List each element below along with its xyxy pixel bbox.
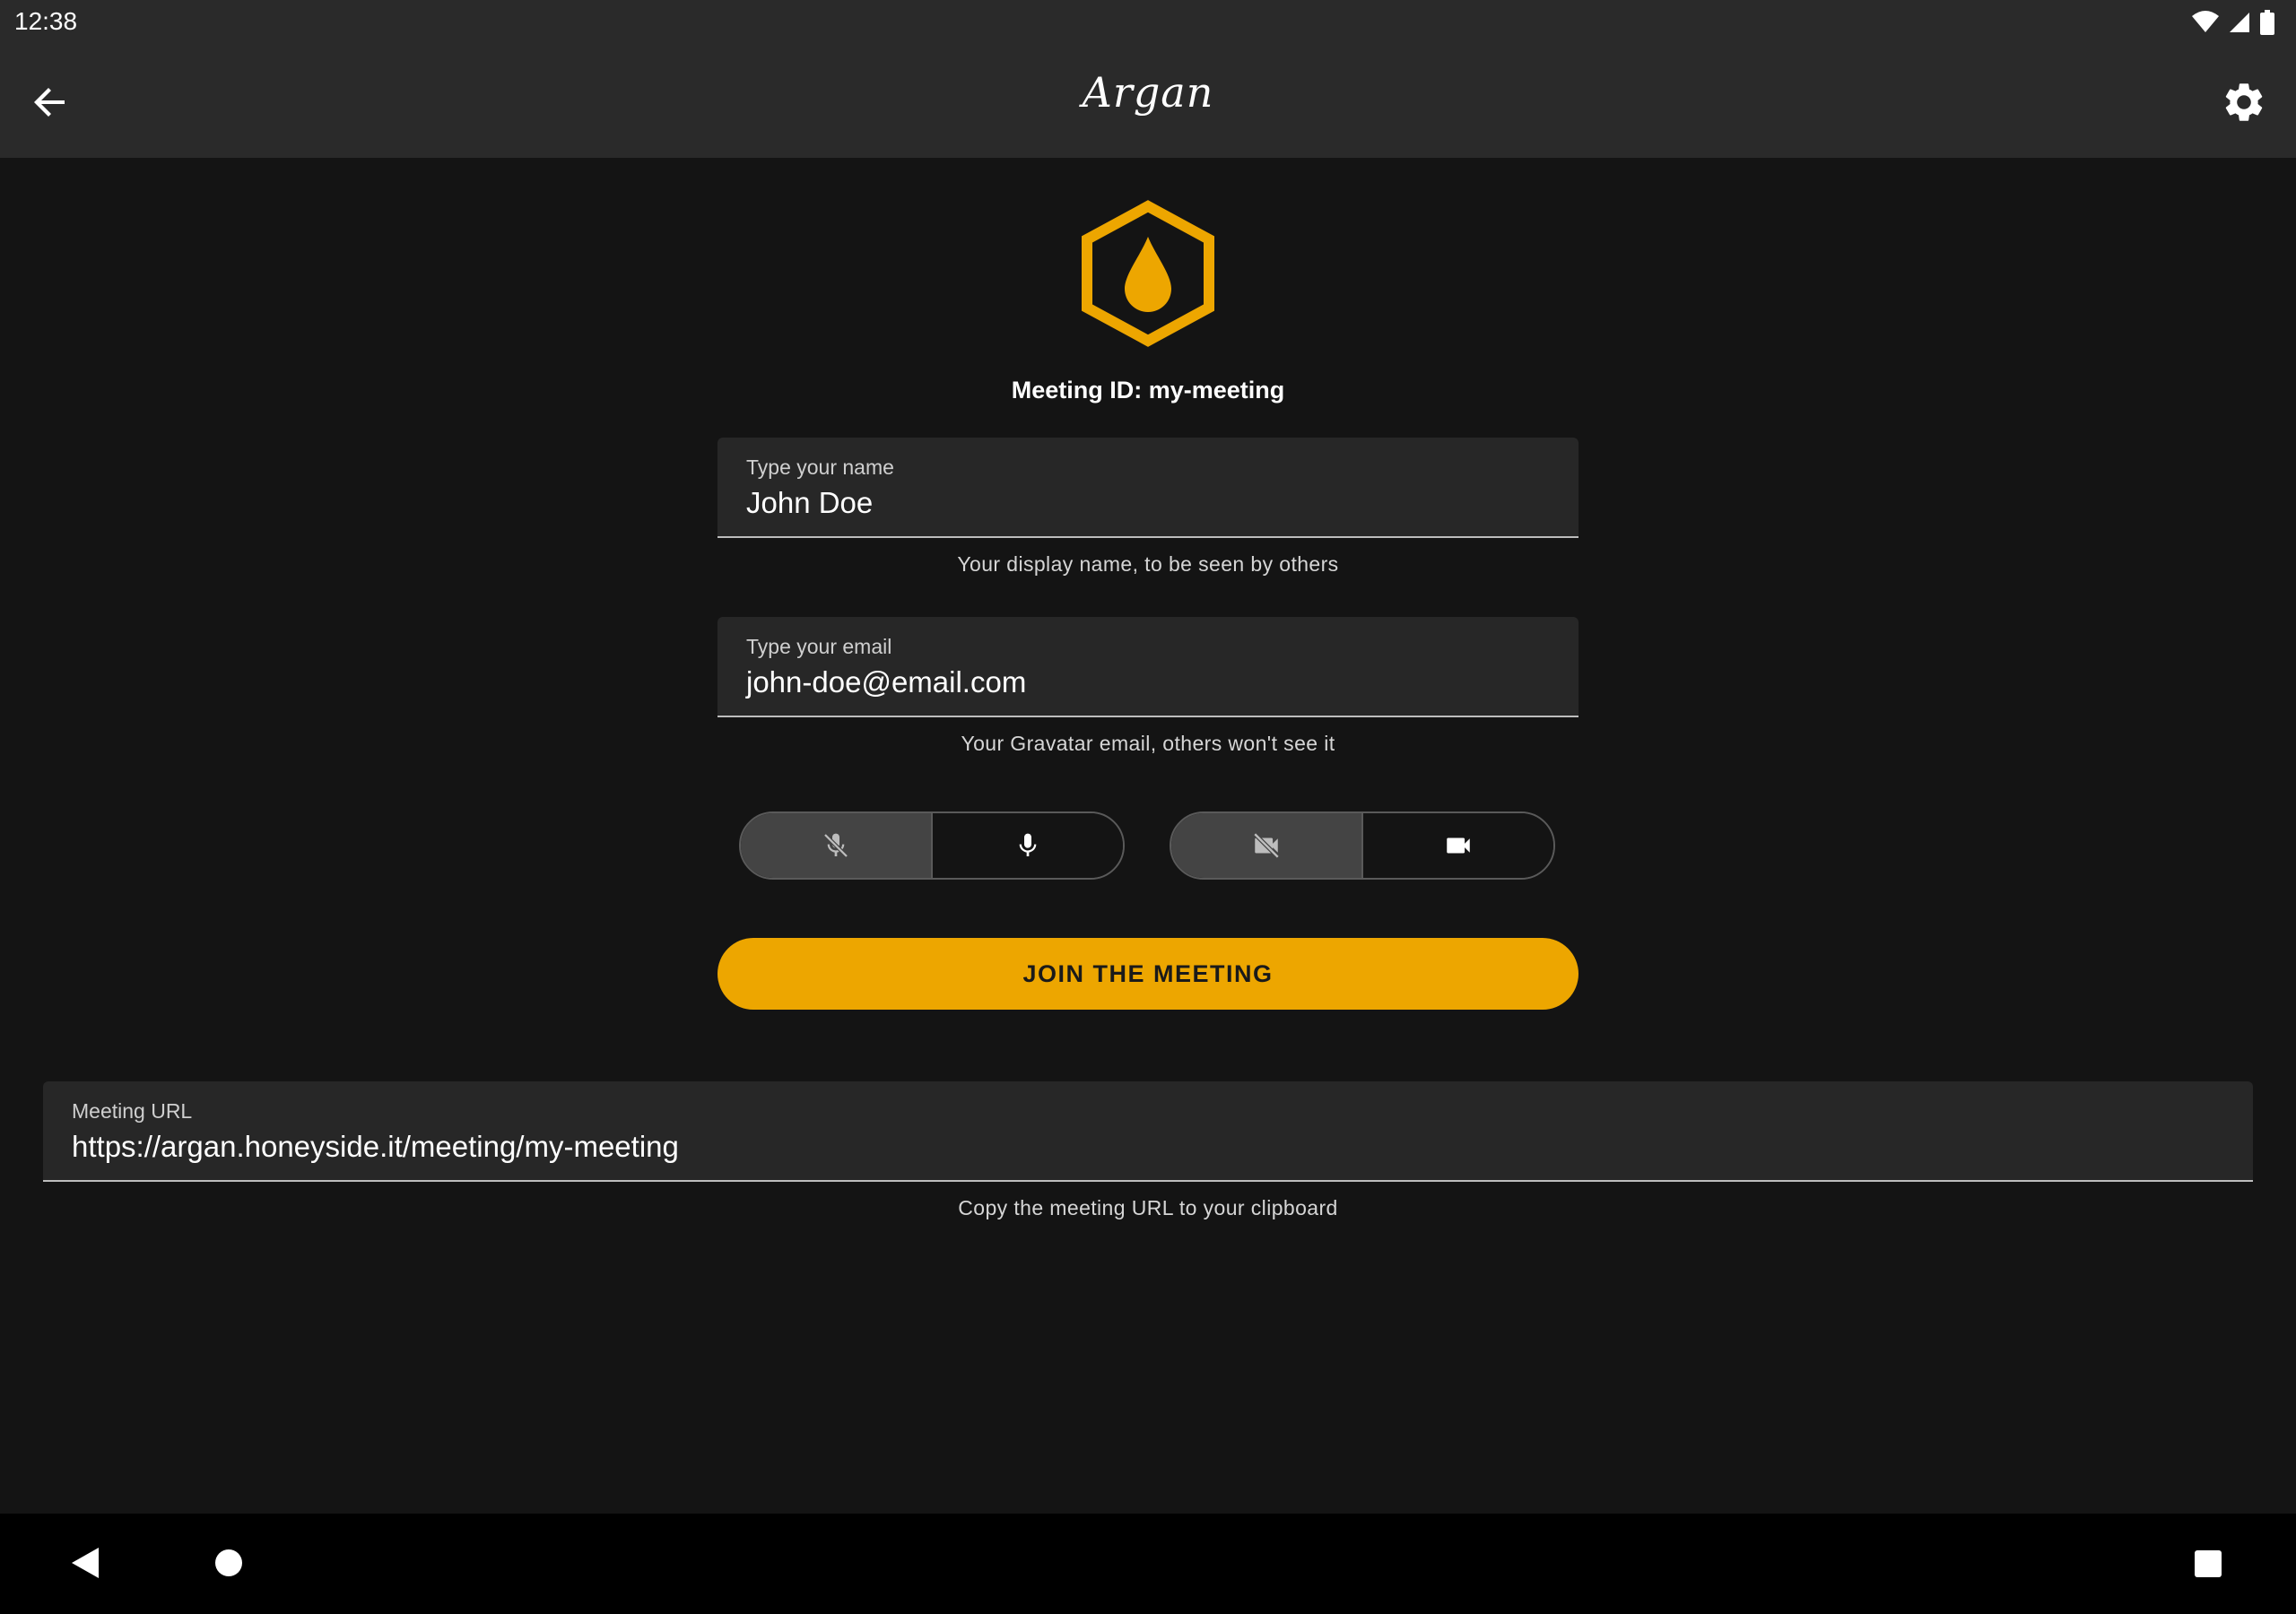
join-meeting-button[interactable]: JOIN THE MEETING	[718, 938, 1578, 1010]
videocam-off-icon	[1253, 832, 1280, 859]
mic-off-button[interactable]	[741, 813, 933, 878]
app-title: Argan	[1082, 68, 1214, 117]
battery-icon	[2260, 10, 2274, 35]
meeting-url-value[interactable]: https://argan.honeyside.it/meeting/my-me…	[72, 1130, 679, 1164]
signal-icon	[2230, 13, 2249, 32]
video-off-button[interactable]	[1171, 813, 1363, 878]
name-field-value[interactable]: John Doe	[746, 486, 873, 520]
status-time: 12:38	[14, 7, 78, 35]
gear-icon[interactable]	[2221, 79, 2267, 126]
meeting-url-label: Meeting URL	[72, 1099, 193, 1123]
nav-recents-icon[interactable]	[2194, 1549, 2222, 1578]
email-helper-text: Your Gravatar email, others won't see it	[961, 732, 1335, 755]
video-toggle-group	[1170, 811, 1555, 880]
system-nav-bar	[0, 1514, 2296, 1614]
system-icons	[2192, 9, 2274, 36]
mic-off-icon	[823, 833, 848, 858]
email-field-label: Type your email	[746, 635, 892, 658]
mic-on-button[interactable]	[933, 813, 1123, 878]
email-field[interactable]: Type your email john-doe@email.com	[718, 617, 1578, 717]
name-helper-text: Your display name, to be seen by others	[957, 552, 1339, 576]
status-bar: 12:38	[0, 0, 2296, 47]
hexagon-drop-logo	[1082, 200, 1214, 347]
app-bar: Argan	[0, 47, 2296, 158]
nav-home-icon[interactable]	[213, 1548, 244, 1578]
name-field[interactable]: Type your name John Doe	[718, 438, 1578, 538]
nav-back-icon[interactable]	[70, 1546, 100, 1580]
name-field-label: Type your name	[746, 456, 894, 479]
mic-icon	[1019, 833, 1037, 856]
videocam-icon	[1447, 837, 1470, 854]
meeting-id: Meeting ID: my-meeting	[1011, 377, 1285, 404]
audio-toggle-group	[739, 811, 1125, 880]
email-field-value[interactable]: john-doe@email.com	[746, 665, 1026, 699]
video-on-button[interactable]	[1363, 813, 1553, 878]
meeting-url-field[interactable]: Meeting URL https://argan.honeyside.it/m…	[43, 1081, 2253, 1182]
meeting-url-helper-text: Copy the meeting URL to your clipboard	[958, 1196, 1338, 1219]
wifi-icon	[2192, 11, 2219, 32]
